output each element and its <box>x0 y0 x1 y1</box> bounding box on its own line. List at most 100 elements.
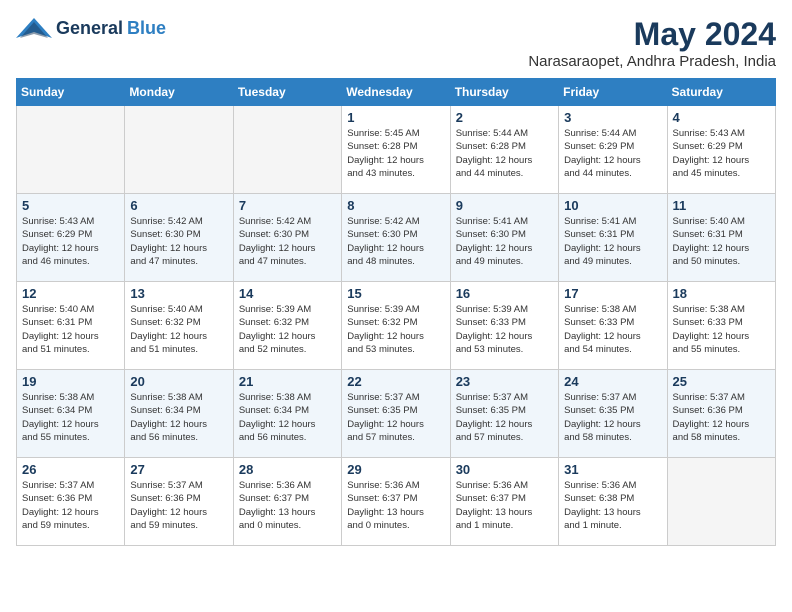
day-number: 13 <box>130 286 227 301</box>
page-header: General Blue May 2024 Narasaraopet, Andh… <box>16 16 776 70</box>
list-item: 12 Sunrise: 5:40 AM Sunset: 6:31 PM Dayli… <box>17 282 125 370</box>
day-detail: Sunrise: 5:39 AM Sunset: 6:32 PM Dayligh… <box>239 303 336 356</box>
day-number: 8 <box>347 198 444 213</box>
logo-blue-text: Blue <box>127 18 166 39</box>
day-detail: Sunrise: 5:41 AM Sunset: 6:31 PM Dayligh… <box>564 215 661 268</box>
list-item: 30 Sunrise: 5:36 AM Sunset: 6:37 PM Dayli… <box>450 458 558 546</box>
list-item: 13Sunrise: 5:40 AM Sunset: 6:32 PM Dayli… <box>125 282 233 370</box>
table-row: 19 Sunrise: 5:38 AM Sunset: 6:34 PM Dayli… <box>17 370 776 458</box>
day-detail: Sunrise: 5:39 AM Sunset: 6:33 PM Dayligh… <box>456 303 553 356</box>
day-detail: Sunrise: 5:37 AM Sunset: 6:36 PM Dayligh… <box>22 479 119 532</box>
list-item: 10 Sunrise: 5:41 AM Sunset: 6:31 PM Dayli… <box>559 194 667 282</box>
day-number: 4 <box>673 110 770 125</box>
col-monday: Monday <box>125 79 233 106</box>
day-number: 11 <box>673 198 770 213</box>
list-item: 26 Sunrise: 5:37 AM Sunset: 6:36 PM Dayli… <box>17 458 125 546</box>
day-detail: Sunrise: 5:38 AM Sunset: 6:34 PM Dayligh… <box>22 391 119 444</box>
list-item <box>667 458 775 546</box>
day-detail: Sunrise: 5:42 AM Sunset: 6:30 PM Dayligh… <box>130 215 227 268</box>
day-detail: Sunrise: 5:37 AM Sunset: 6:35 PM Dayligh… <box>564 391 661 444</box>
col-tuesday: Tuesday <box>233 79 341 106</box>
day-detail: Sunrise: 5:40 AM Sunset: 6:31 PM Dayligh… <box>22 303 119 356</box>
day-number: 24 <box>564 374 661 389</box>
day-detail: Sunrise: 5:41 AM Sunset: 6:30 PM Dayligh… <box>456 215 553 268</box>
logo-general-text: General <box>56 18 123 39</box>
table-row: 1Sunrise: 5:45 AM Sunset: 6:28 PM Daylig… <box>17 106 776 194</box>
day-detail: Sunrise: 5:43 AM Sunset: 6:29 PM Dayligh… <box>673 127 770 180</box>
day-number: 26 <box>22 462 119 477</box>
day-detail: Sunrise: 5:44 AM Sunset: 6:28 PM Dayligh… <box>456 127 553 180</box>
day-detail: Sunrise: 5:37 AM Sunset: 6:35 PM Dayligh… <box>456 391 553 444</box>
list-item: 7 Sunrise: 5:42 AM Sunset: 6:30 PM Daylig… <box>233 194 341 282</box>
list-item: 8 Sunrise: 5:42 AM Sunset: 6:30 PM Daylig… <box>342 194 450 282</box>
list-item: 29Sunrise: 5:36 AM Sunset: 6:37 PM Dayli… <box>342 458 450 546</box>
day-number: 29 <box>347 462 444 477</box>
day-number: 28 <box>239 462 336 477</box>
list-item: 3Sunrise: 5:44 AM Sunset: 6:29 PM Daylig… <box>559 106 667 194</box>
day-number: 9 <box>456 198 553 213</box>
day-number: 12 <box>22 286 119 301</box>
logo-icon <box>16 16 52 40</box>
day-number: 31 <box>564 462 661 477</box>
day-detail: Sunrise: 5:40 AM Sunset: 6:31 PM Dayligh… <box>673 215 770 268</box>
list-item: 28 Sunrise: 5:36 AM Sunset: 6:37 PM Dayli… <box>233 458 341 546</box>
list-item: 31 Sunrise: 5:36 AM Sunset: 6:38 PM Dayli… <box>559 458 667 546</box>
day-number: 14 <box>239 286 336 301</box>
day-number: 30 <box>456 462 553 477</box>
day-number: 27 <box>130 462 227 477</box>
list-item: 15 Sunrise: 5:39 AM Sunset: 6:32 PM Dayli… <box>342 282 450 370</box>
list-item: 17Sunrise: 5:38 AM Sunset: 6:33 PM Dayli… <box>559 282 667 370</box>
list-item: 25 Sunrise: 5:37 AM Sunset: 6:36 PM Dayli… <box>667 370 775 458</box>
list-item: 23Sunrise: 5:37 AM Sunset: 6:35 PM Dayli… <box>450 370 558 458</box>
header-row: Sunday Monday Tuesday Wednesday Thursday… <box>17 79 776 106</box>
day-detail: Sunrise: 5:37 AM Sunset: 6:35 PM Dayligh… <box>347 391 444 444</box>
list-item: 2 Sunrise: 5:44 AM Sunset: 6:28 PM Daylig… <box>450 106 558 194</box>
list-item: 27 Sunrise: 5:37 AM Sunset: 6:36 PM Dayli… <box>125 458 233 546</box>
day-number: 3 <box>564 110 661 125</box>
day-number: 22 <box>347 374 444 389</box>
table-row: 26 Sunrise: 5:37 AM Sunset: 6:36 PM Dayli… <box>17 458 776 546</box>
day-number: 7 <box>239 198 336 213</box>
list-item <box>125 106 233 194</box>
col-friday: Friday <box>559 79 667 106</box>
day-detail: Sunrise: 5:39 AM Sunset: 6:32 PM Dayligh… <box>347 303 444 356</box>
day-detail: Sunrise: 5:36 AM Sunset: 6:37 PM Dayligh… <box>239 479 336 532</box>
day-number: 18 <box>673 286 770 301</box>
list-item: 20 Sunrise: 5:38 AM Sunset: 6:34 PM Dayli… <box>125 370 233 458</box>
day-detail: Sunrise: 5:42 AM Sunset: 6:30 PM Dayligh… <box>239 215 336 268</box>
col-wednesday: Wednesday <box>342 79 450 106</box>
list-item: 21Sunrise: 5:38 AM Sunset: 6:34 PM Dayli… <box>233 370 341 458</box>
day-number: 20 <box>130 374 227 389</box>
calendar-table: Sunday Monday Tuesday Wednesday Thursday… <box>16 78 776 546</box>
list-item: 4 Sunrise: 5:43 AM Sunset: 6:29 PM Daylig… <box>667 106 775 194</box>
day-number: 1 <box>347 110 444 125</box>
day-number: 15 <box>347 286 444 301</box>
day-detail: Sunrise: 5:43 AM Sunset: 6:29 PM Dayligh… <box>22 215 119 268</box>
col-thursday: Thursday <box>450 79 558 106</box>
day-detail: Sunrise: 5:42 AM Sunset: 6:30 PM Dayligh… <box>347 215 444 268</box>
day-detail: Sunrise: 5:37 AM Sunset: 6:36 PM Dayligh… <box>673 391 770 444</box>
day-number: 17 <box>564 286 661 301</box>
day-detail: Sunrise: 5:38 AM Sunset: 6:34 PM Dayligh… <box>130 391 227 444</box>
list-item: 9 Sunrise: 5:41 AM Sunset: 6:30 PM Daylig… <box>450 194 558 282</box>
col-sunday: Sunday <box>17 79 125 106</box>
day-detail: Sunrise: 5:38 AM Sunset: 6:34 PM Dayligh… <box>239 391 336 444</box>
list-item: 1Sunrise: 5:45 AM Sunset: 6:28 PM Daylig… <box>342 106 450 194</box>
day-detail: Sunrise: 5:36 AM Sunset: 6:37 PM Dayligh… <box>456 479 553 532</box>
title-block: May 2024 Narasaraopet, Andhra Pradesh, I… <box>528 16 776 70</box>
day-number: 19 <box>22 374 119 389</box>
day-number: 2 <box>456 110 553 125</box>
list-item: 24 Sunrise: 5:37 AM Sunset: 6:35 PM Dayli… <box>559 370 667 458</box>
list-item: 14 Sunrise: 5:39 AM Sunset: 6:32 PM Dayli… <box>233 282 341 370</box>
day-number: 10 <box>564 198 661 213</box>
day-number: 6 <box>130 198 227 213</box>
list-item: 22 Sunrise: 5:37 AM Sunset: 6:35 PM Dayli… <box>342 370 450 458</box>
day-number: 25 <box>673 374 770 389</box>
col-saturday: Saturday <box>667 79 775 106</box>
logo: General Blue <box>16 16 166 40</box>
day-detail: Sunrise: 5:37 AM Sunset: 6:36 PM Dayligh… <box>130 479 227 532</box>
day-number: 16 <box>456 286 553 301</box>
list-item: 19 Sunrise: 5:38 AM Sunset: 6:34 PM Dayli… <box>17 370 125 458</box>
table-row: 5Sunrise: 5:43 AM Sunset: 6:29 PM Daylig… <box>17 194 776 282</box>
day-detail: Sunrise: 5:36 AM Sunset: 6:38 PM Dayligh… <box>564 479 661 532</box>
